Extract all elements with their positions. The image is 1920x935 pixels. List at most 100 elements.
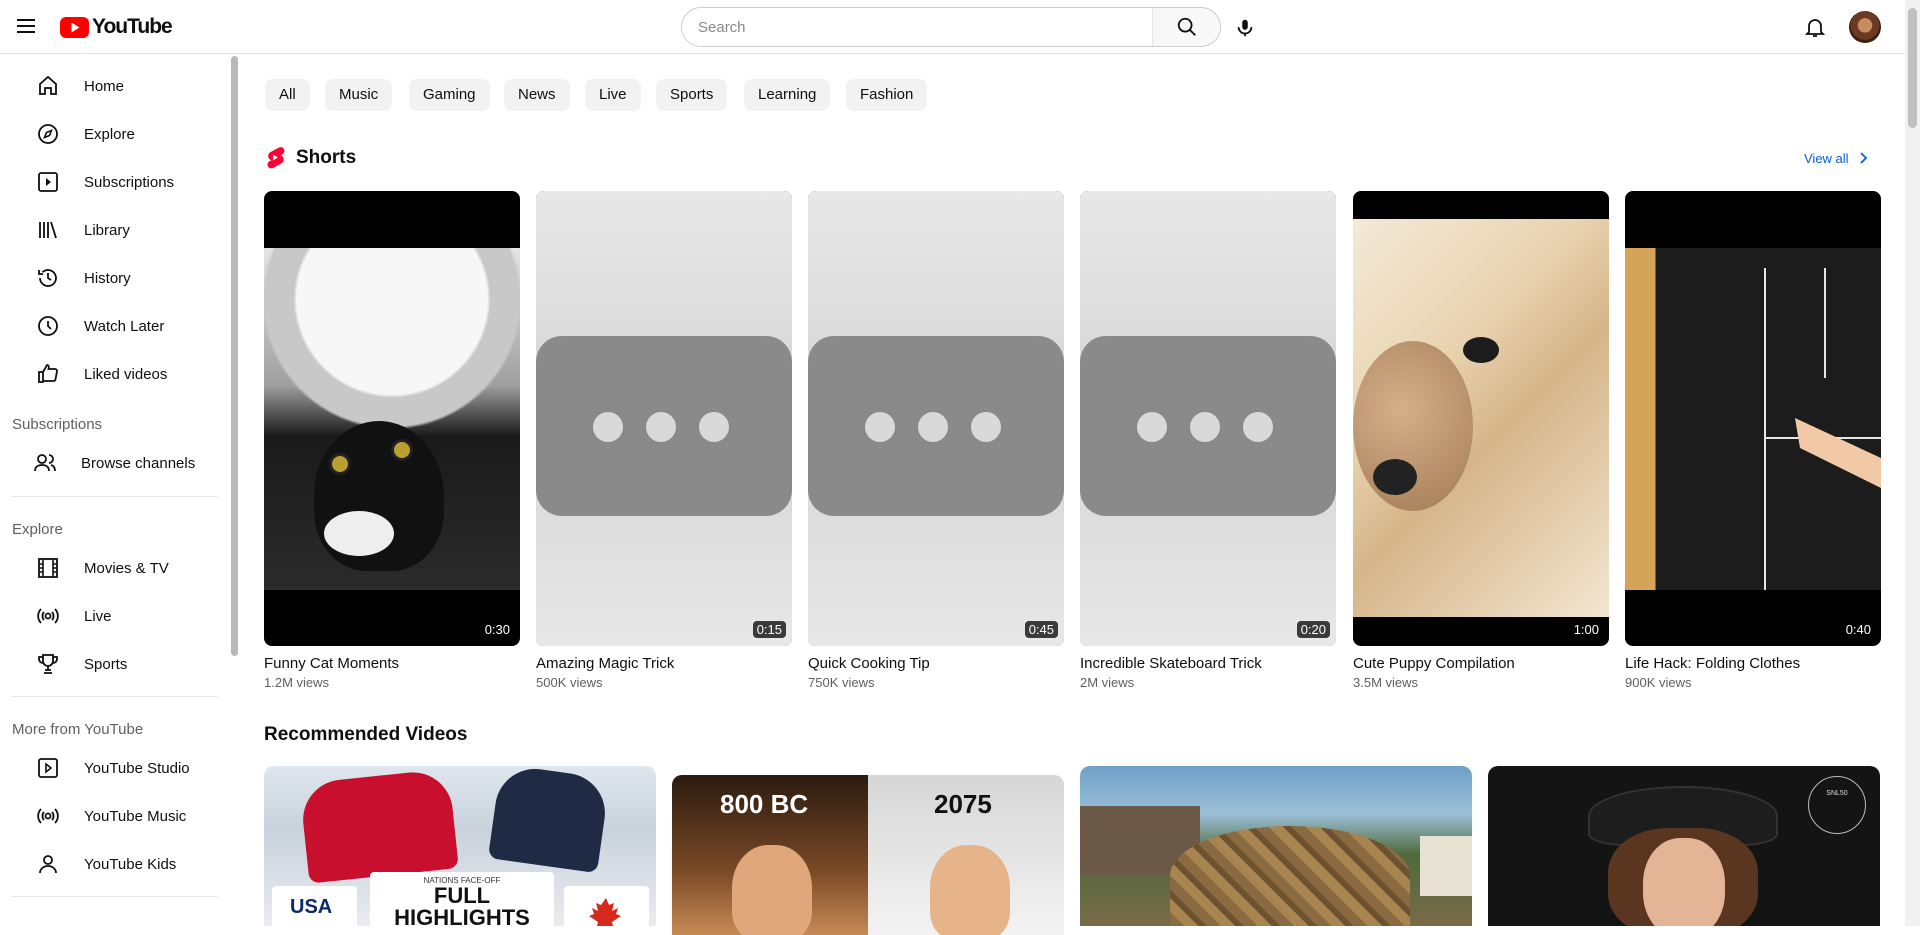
canada-badge	[564, 886, 649, 926]
sidebar-item-movies-tv[interactable]: Movies & TV	[0, 546, 228, 590]
sidebar-item-explore[interactable]: Explore	[0, 112, 228, 156]
home-icon	[39, 75, 57, 95]
short-title[interactable]: Cute Puppy Compilation	[1353, 655, 1609, 672]
era-label-future: 2075	[934, 789, 992, 819]
sidebar-item-watch-later[interactable]: Watch Later	[0, 304, 228, 348]
sidebar-item-label: Home	[84, 77, 125, 95]
navy-jersey	[487, 766, 611, 874]
sidebar-scrollbar[interactable]	[231, 56, 238, 656]
chip-news[interactable]: News	[504, 79, 570, 111]
short-card[interactable]: 1:00 Cute Puppy Compilation 3.5M views	[1353, 191, 1609, 690]
short-title[interactable]: Amazing Magic Trick	[536, 655, 792, 672]
chip-learning[interactable]: Learning	[744, 79, 831, 111]
chip-sports[interactable]: Sports	[656, 79, 728, 111]
sidebar-item-subscriptions[interactable]: Subscriptions	[0, 160, 228, 204]
youtube-logo[interactable]: YouTube	[60, 15, 173, 39]
subscriptions-heading: Subscriptions	[12, 416, 103, 433]
short-card[interactable]: 0:30 Funny Cat Moments 1.2M views	[264, 191, 520, 690]
short-views: 1.2M views	[264, 675, 330, 690]
duration-badge: 0:15	[752, 621, 786, 638]
shorts-heading: Shorts	[296, 147, 357, 168]
sidebar-item-library[interactable]: Library	[0, 208, 228, 252]
chip-fashion[interactable]: Fashion	[846, 79, 928, 111]
full-label: FULL	[433, 883, 491, 908]
sidebar-item-sports[interactable]: Sports	[0, 642, 228, 686]
compass-icon	[38, 124, 58, 144]
kids-icon	[39, 855, 57, 874]
short-title[interactable]: Funny Cat Moments	[264, 655, 520, 672]
loading-dot	[971, 412, 1001, 442]
search-icon	[1177, 17, 1196, 36]
short-thumbnail[interactable]: 1:00	[1353, 191, 1609, 646]
concert-logo: SNL50	[1808, 776, 1866, 834]
short-views: 750K views	[808, 675, 875, 690]
short-card[interactable]: 0:15 Amazing Magic Trick 500K views	[536, 191, 792, 690]
voice-search-button[interactable]	[1226, 9, 1264, 47]
cat-eye	[329, 453, 351, 475]
short-views: 500K views	[536, 675, 603, 690]
maple-leaf-icon	[589, 898, 621, 926]
cat-eye	[391, 439, 413, 461]
sidebar-item-label: Movies & TV	[84, 559, 169, 577]
more-from-youtube-heading: More from YouTube	[12, 721, 144, 738]
search-button[interactable]	[1152, 8, 1220, 46]
sidebar-divider	[12, 896, 218, 897]
sidebar-item-liked-videos[interactable]: Liked videos	[0, 352, 228, 396]
sidebar-item-youtube-kids[interactable]: YouTube Kids	[0, 842, 228, 886]
video-thumbnail-boxes[interactable]	[1080, 766, 1472, 926]
hamburger-menu-icon[interactable]	[14, 14, 38, 38]
short-card[interactable]: 0:45 Quick Cooking Tip 750K views	[808, 191, 1064, 690]
short-thumbnail[interactable]: 0:45	[808, 191, 1064, 646]
duration-badge: 0:40	[1845, 622, 1871, 637]
short-thumbnail[interactable]: 0:30	[264, 191, 520, 646]
chip-live[interactable]: Live	[585, 79, 641, 111]
short-views: 3.5M views	[1353, 675, 1419, 690]
face-past	[732, 845, 812, 935]
video-thumbnail-concert[interactable]: SNL50	[1488, 766, 1880, 926]
view-all-link[interactable]: View all	[1804, 150, 1871, 166]
short-thumbnail[interactable]: 0:15	[536, 191, 792, 646]
sidebar-item-label: Live	[84, 607, 112, 625]
music-icon	[37, 808, 59, 824]
usa-badge: USA	[272, 886, 357, 926]
thumbs-up-icon	[38, 364, 58, 383]
sidebar-item-label: YouTube Kids	[84, 855, 177, 873]
page-scrollbar-track[interactable]	[1905, 0, 1920, 926]
sidebar-item-label: History	[84, 269, 131, 287]
logo-text: YouTube	[92, 15, 173, 38]
chip-all[interactable]: All	[265, 79, 310, 111]
loading-dot	[865, 412, 895, 442]
sidebar-item-home[interactable]: Home	[0, 64, 228, 108]
puppy-nose	[1373, 459, 1417, 495]
page-scrollbar-thumb[interactable]	[1908, 8, 1917, 128]
sidebar-item-youtube-music[interactable]: YouTube Music	[0, 794, 228, 838]
chip-gaming[interactable]: Gaming	[409, 79, 490, 111]
short-thumbnail[interactable]: 0:20	[1080, 191, 1336, 646]
clock-icon	[38, 316, 58, 336]
box-pile	[1170, 826, 1410, 926]
short-thumbnail[interactable]: 0:40	[1625, 191, 1881, 646]
sidebar-item-history[interactable]: History	[0, 256, 228, 300]
notifications-button[interactable]	[1800, 12, 1830, 42]
short-title[interactable]: Quick Cooking Tip	[808, 655, 1064, 672]
sidebar-item-label: Liked videos	[84, 365, 168, 383]
sidebar-item-label: Library	[84, 221, 130, 239]
video-thumbnail-800bc[interactable]: 800 BC 2075	[672, 775, 1064, 935]
avatar[interactable]	[1849, 11, 1881, 43]
sidebar-item-browse-channels[interactable]: Browse channels	[0, 441, 228, 485]
sidebar-item-youtube-studio[interactable]: YouTube Studio	[0, 746, 228, 790]
sidebar-item-label: Browse channels	[81, 454, 196, 472]
short-title[interactable]: Life Hack: Folding Clothes	[1625, 655, 1881, 672]
short-card[interactable]: 0:40 Life Hack: Folding Clothes 900K vie…	[1625, 191, 1881, 690]
short-card[interactable]: 0:20 Incredible Skateboard Trick 2M view…	[1080, 191, 1336, 690]
short-title[interactable]: Incredible Skateboard Trick	[1080, 655, 1336, 672]
sidebar-item-label: Subscriptions	[84, 173, 175, 191]
highlights-label: HIGHLIGHTS	[394, 905, 530, 927]
chip-music[interactable]: Music	[325, 79, 393, 111]
sidebar-divider	[12, 696, 218, 697]
video-thumbnail-hockey[interactable]: USA NATIONS FACE-OFF FULL HIGHLIGHTS	[264, 766, 656, 926]
sidebar-item-live[interactable]: Live	[0, 594, 228, 638]
trophy-icon	[38, 654, 58, 674]
search-input[interactable]	[682, 8, 1152, 46]
full-highlights-card: NATIONS FACE-OFF FULL HIGHLIGHTS	[370, 872, 554, 926]
